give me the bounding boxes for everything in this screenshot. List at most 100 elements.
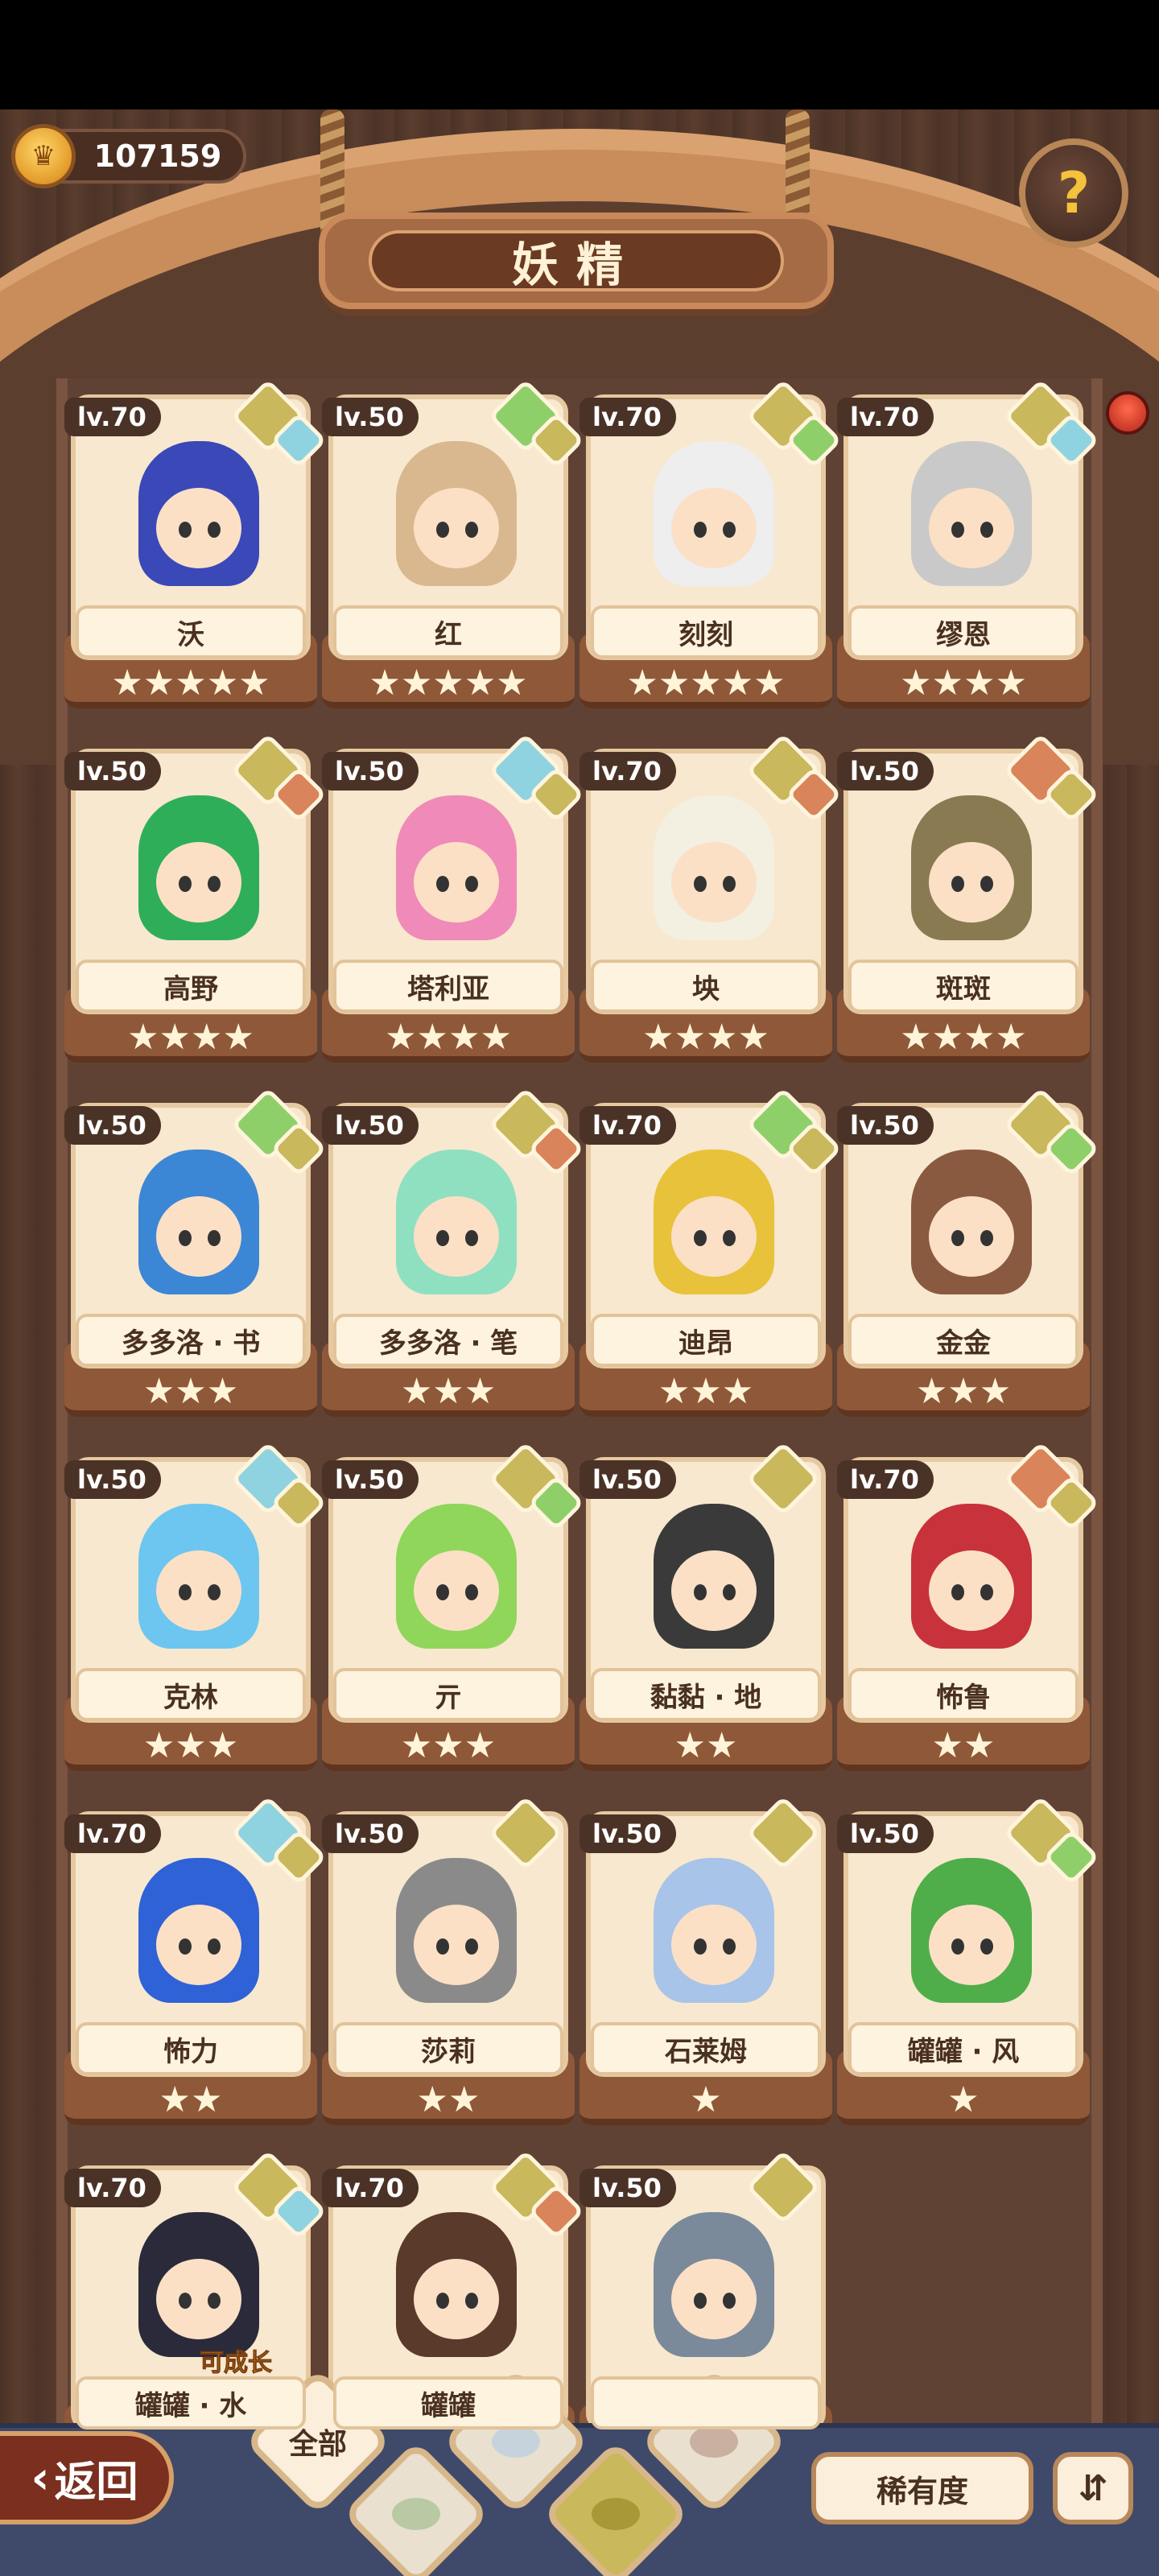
- portrait-eye: [436, 2293, 449, 2309]
- fairy-card[interactable]: lv.50: [580, 2149, 832, 2487]
- fairy-card[interactable]: lv.50 克林 ★★★: [64, 1441, 328, 1779]
- fairy-name: 斑斑: [848, 960, 1079, 1013]
- portrait-face: [671, 1550, 757, 1631]
- fairy-name: 迪昂: [591, 1314, 821, 1367]
- fairy-card[interactable]: lv.70 刻刻 ★★★★★: [580, 378, 843, 716]
- ladybug-icon[interactable]: [1106, 391, 1149, 435]
- star-rating: ★★: [159, 2079, 223, 2120]
- page-title: 妖精: [369, 230, 784, 292]
- fairy-card[interactable]: lv.70 怖鲁 ★★: [837, 1441, 1100, 1779]
- level-badge: lv.50: [322, 398, 419, 436]
- portrait-eye: [208, 2293, 221, 2309]
- help-button[interactable]: ?: [1019, 138, 1128, 248]
- fairy-portrait: [911, 1150, 1032, 1294]
- star-rating: ★★★★: [127, 1017, 254, 1058]
- portrait-eye: [980, 1584, 993, 1600]
- portrait-eye: [465, 1230, 478, 1246]
- rarity-sort-button[interactable]: 稀有度: [811, 2452, 1033, 2524]
- portrait-eye: [694, 1230, 707, 1246]
- fairy-card[interactable]: lv.70 缪恩 ★★★★: [837, 378, 1100, 716]
- star-rating: ★: [690, 2079, 722, 2120]
- star-rating: ★★: [416, 2079, 481, 2120]
- portrait-eye: [179, 1230, 192, 1246]
- fairy-portrait: [654, 1504, 774, 1649]
- fairy-card[interactable]: lv.50 罐罐 · 风 ★: [837, 1795, 1100, 2133]
- fairy-portrait: [911, 795, 1032, 940]
- portrait-face: [156, 1196, 241, 1277]
- fairy-name: 怖鲁: [848, 1668, 1079, 1721]
- portrait-eye: [208, 876, 221, 892]
- fairy-card[interactable]: lv.50 亓 ★★★: [322, 1441, 585, 1779]
- currency-value: 107159: [93, 138, 222, 174]
- star-rating: ★★★: [400, 1725, 497, 1766]
- fairy-name: 塔利亚: [333, 960, 563, 1013]
- level-badge: lv.50: [64, 1106, 161, 1145]
- fairy-portrait: [396, 1504, 517, 1649]
- fairy-name: 罐罐: [333, 2376, 563, 2429]
- plant-filter-icon: [392, 2498, 440, 2530]
- star-rating: ★★★: [142, 1371, 239, 1412]
- portrait-face: [671, 1905, 757, 1985]
- level-badge: lv.70: [837, 1460, 934, 1499]
- level-badge: lv.50: [322, 1814, 419, 1853]
- star-rating: ★★: [674, 1725, 738, 1766]
- fairy-card[interactable]: lv.50 塔利亚 ★★★★: [322, 733, 585, 1071]
- portrait-face: [929, 842, 1014, 923]
- sort-order-button[interactable]: ⇵: [1053, 2452, 1133, 2524]
- star-rating: ★★★: [658, 1371, 754, 1412]
- portrait-eye: [208, 1584, 221, 1600]
- portrait-eye: [694, 2293, 707, 2309]
- fairy-name: 缪恩: [848, 605, 1079, 658]
- star-rating: ★★★★: [900, 1017, 1027, 1058]
- fairy-card[interactable]: lv.50 莎莉 ★★: [322, 1795, 575, 2133]
- question-sprout-icon: ?: [1057, 160, 1091, 226]
- portrait-face: [671, 842, 757, 923]
- portrait-eye: [694, 1938, 707, 1955]
- fairy-portrait: [396, 795, 517, 940]
- star-rating: ★: [947, 2079, 980, 2120]
- fairy-card[interactable]: lv.70 罐罐: [322, 2149, 585, 2487]
- fairy-card[interactable]: lv.70 罐罐 · 水可成长: [64, 2149, 328, 2487]
- portrait-face: [156, 2259, 241, 2339]
- fairy-name: 坱: [591, 960, 821, 1013]
- fairy-card[interactable]: lv.70 坱 ★★★★: [580, 733, 843, 1071]
- fairy-grid: lv.70 沃 ★★★★★ lv.50 红 ★★★★★ lv.70 刻刻 ★★★★★ lv.70 缪…: [64, 378, 1100, 2479]
- level-badge: lv.50: [64, 1460, 161, 1499]
- back-arrow-icon: ‹: [31, 2451, 50, 2504]
- portrait-eye: [179, 1584, 192, 1600]
- status-bar: [0, 0, 1159, 109]
- fairy-card[interactable]: lv.50 红 ★★★★★: [322, 378, 585, 716]
- star-rating: [322, 2434, 575, 2475]
- portrait-face: [156, 488, 241, 568]
- fairy-name: 莎莉: [333, 2022, 563, 2075]
- fairy-card[interactable]: lv.50 石莱姆 ★: [580, 1795, 832, 2133]
- fairy-card[interactable]: lv.70 怖力 ★★: [64, 1795, 328, 2133]
- fairy-card[interactable]: lv.50 高野 ★★★★: [64, 733, 328, 1071]
- fairy-name: 石莱姆: [591, 2022, 821, 2075]
- star-rating: ★★★: [142, 1725, 239, 1766]
- fairy-card[interactable]: lv.50 多多洛 · 书 ★★★: [64, 1087, 328, 1425]
- portrait-eye: [179, 876, 192, 892]
- portrait-eye: [723, 1938, 736, 1955]
- portrait-eye: [951, 522, 964, 538]
- portrait-face: [414, 842, 499, 923]
- level-badge: lv.50: [580, 1814, 676, 1853]
- fairy-card[interactable]: lv.70 迪昂 ★★★: [580, 1087, 843, 1425]
- fairy-card[interactable]: lv.70 沃 ★★★★★: [64, 378, 328, 716]
- portrait-eye: [465, 1938, 478, 1955]
- portrait-eye: [208, 522, 221, 538]
- portrait-eye: [723, 522, 736, 538]
- fairy-portrait: [138, 1858, 259, 2003]
- portrait-face: [929, 1550, 1014, 1631]
- star-rating: ★★★★: [385, 1017, 512, 1058]
- portrait-eye: [723, 2293, 736, 2309]
- portrait-eye: [179, 1938, 192, 1955]
- portrait-eye: [980, 1230, 993, 1246]
- fairy-portrait: [396, 441, 517, 586]
- fairy-name: 黏黏 · 地: [591, 1668, 821, 1721]
- fairy-card[interactable]: lv.50 多多洛 · 笔 ★★★: [322, 1087, 585, 1425]
- star-rating: ★★★★★: [626, 663, 786, 704]
- fairy-card[interactable]: lv.50 黏黏 · 地 ★★: [580, 1441, 832, 1779]
- fairy-card[interactable]: lv.50 金金 ★★★: [837, 1087, 1100, 1425]
- fairy-card[interactable]: lv.50 斑斑 ★★★★: [837, 733, 1100, 1071]
